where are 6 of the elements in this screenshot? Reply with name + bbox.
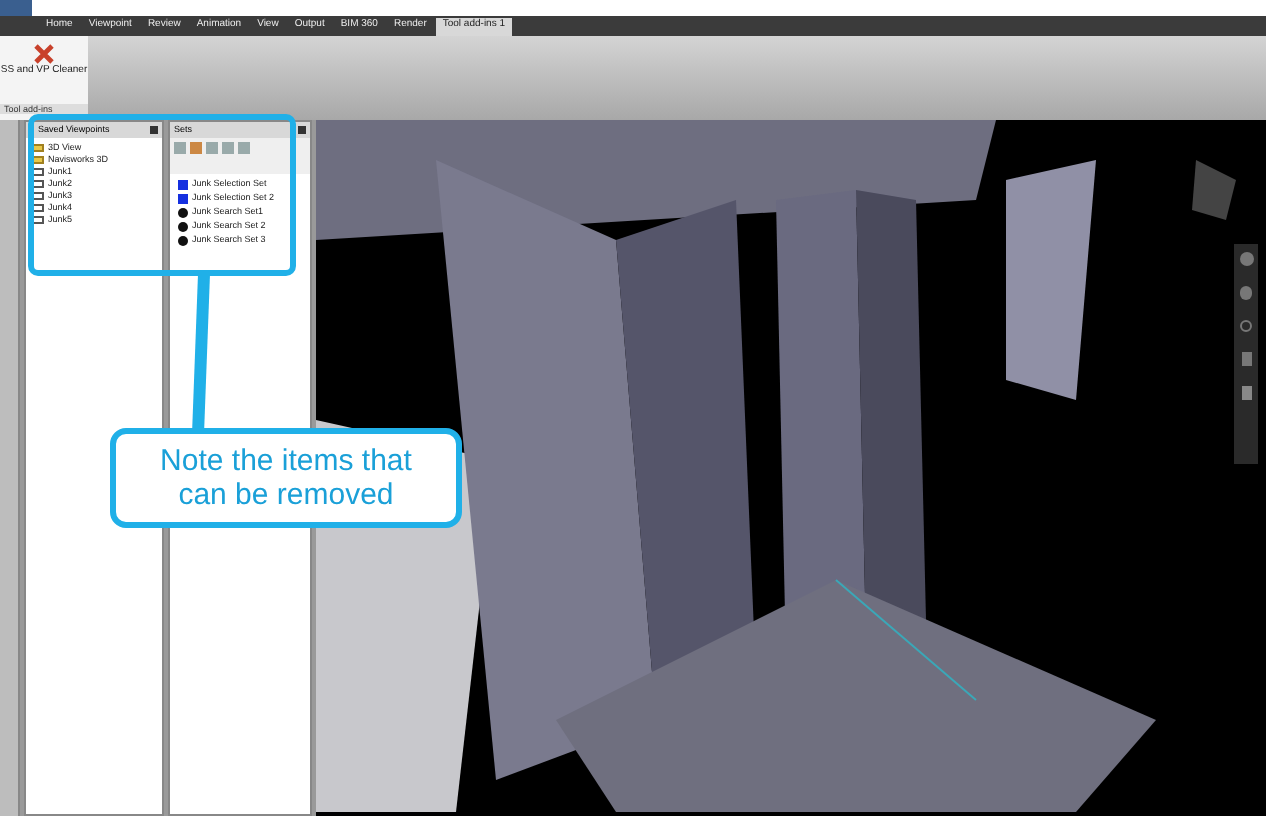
callout-box: Note the items that can be removed [110, 428, 462, 528]
close-icon[interactable] [298, 126, 306, 134]
close-icon[interactable] [150, 126, 158, 134]
zoom-icon[interactable] [1240, 320, 1252, 332]
cross-icon [34, 44, 54, 64]
app-logo-icon[interactable] [0, 0, 32, 16]
